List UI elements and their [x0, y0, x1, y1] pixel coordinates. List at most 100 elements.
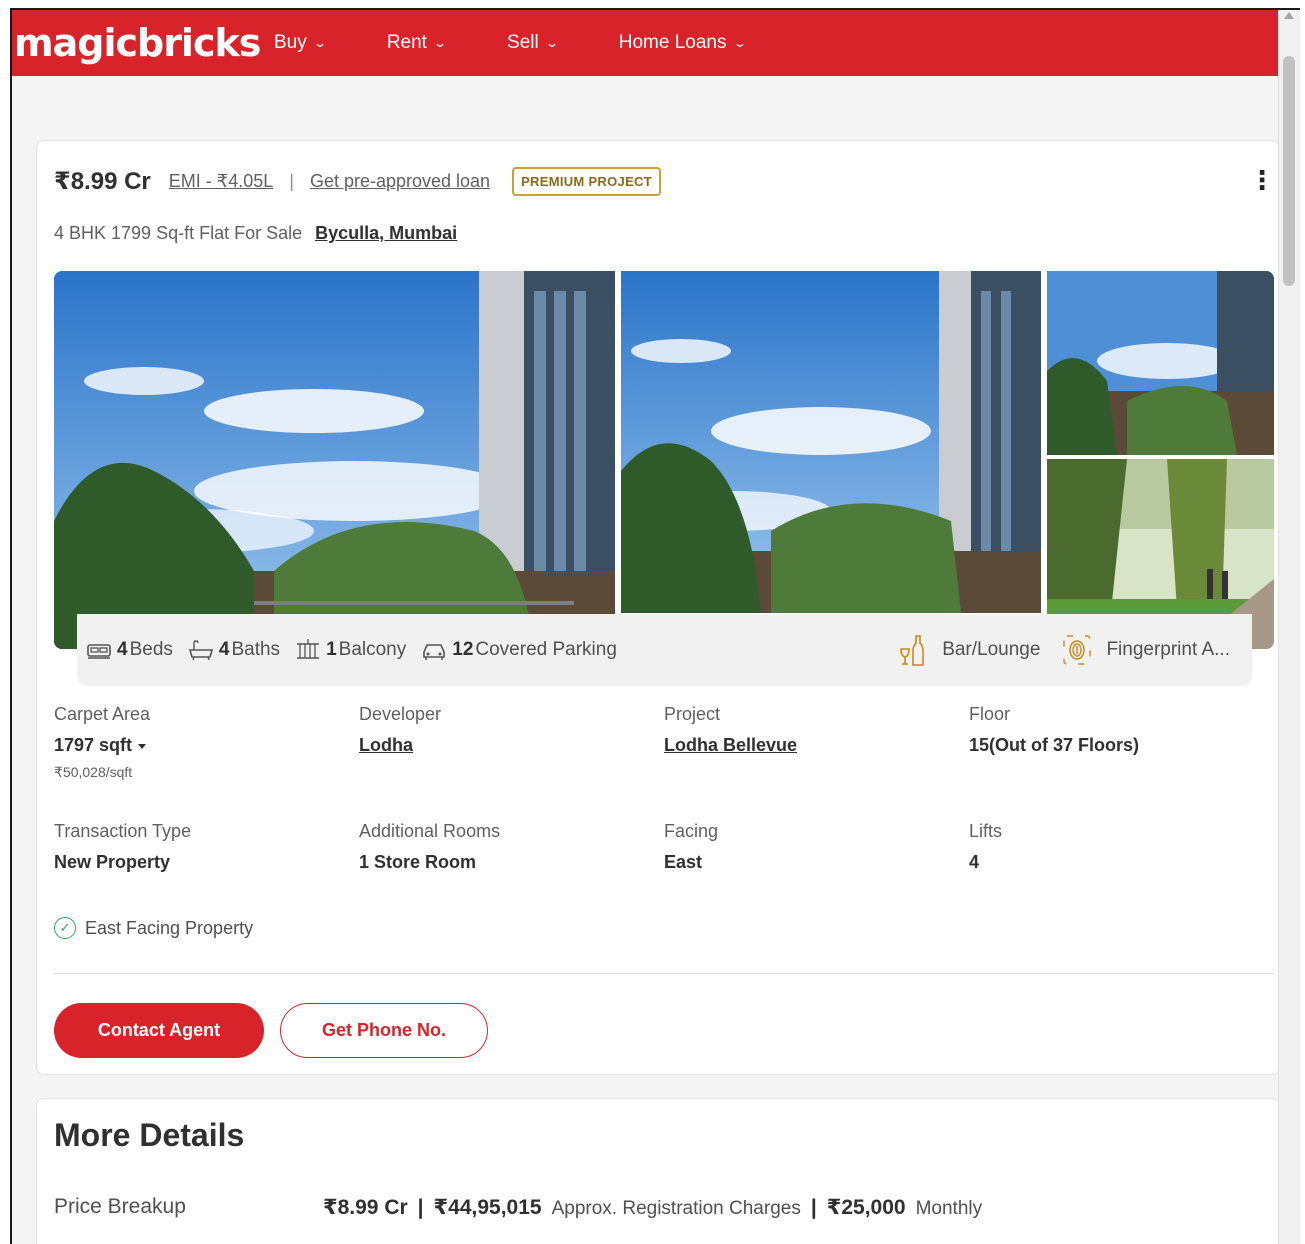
bed-icon — [87, 644, 111, 659]
price-breakup-value: ₹8.99 Cr | ₹44,95,015 Approx. Registrati… — [323, 1195, 982, 1220]
top-navigation: magicbricks Buy ⌄ Rent ⌄ Sell ⌄ Home Loa… — [12, 10, 1280, 76]
east-facing-feature: ✓ East Facing Property — [54, 917, 253, 939]
bar-lounge-icon — [900, 635, 924, 666]
browser-viewport: magicbricks Buy ⌄ Rent ⌄ Sell ⌄ Home Loa… — [10, 8, 1300, 1244]
parking-label: Covered Parking — [475, 639, 617, 660]
project-link[interactable]: Lodha Bellevue — [664, 735, 964, 756]
project-label: Project — [664, 704, 721, 724]
nav-rent[interactable]: Rent ⌄ — [386, 32, 448, 54]
nav-sell-label: Sell — [507, 32, 539, 53]
gallery-photo-3[interactable] — [1047, 271, 1274, 455]
bathtub-icon — [188, 640, 213, 661]
amenity-bar-lounge-label: Bar/Lounge — [942, 639, 1041, 660]
amenity-bar-lounge: Bar/Lounge — [898, 633, 1040, 667]
chevron-down-icon: ⌄ — [432, 36, 448, 50]
beds-highlight: 4 Beds — [85, 638, 173, 662]
more-details-card: More Details Price Breakup ₹8.99 Cr | ₹4… — [36, 1098, 1280, 1244]
carpet-area-cell: Carpet Area 1797 sqft ₹50,028/sqft — [54, 704, 354, 781]
gallery-photo-main[interactable] — [54, 271, 615, 649]
lifts-label: Lifts — [969, 821, 1003, 841]
scroll-up-arrow-icon[interactable] — [1284, 12, 1294, 19]
contact-agent-button[interactable]: Contact Agent — [54, 1003, 264, 1058]
balcony-highlight: 1 Balcony — [294, 638, 406, 662]
baths-label: Baths — [231, 639, 281, 660]
registration-charges-value: ₹44,95,015 — [433, 1196, 542, 1219]
additional-rooms-label: Additional Rooms — [359, 821, 501, 841]
floor-cell: Floor 15(Out of 37 Floors) — [969, 704, 1269, 756]
lifts-cell: Lifts 4 — [969, 821, 1269, 873]
breakup-price: ₹8.99 Cr — [323, 1196, 408, 1219]
chevron-down-icon: ⌄ — [312, 36, 327, 50]
caret-down-icon — [138, 743, 147, 749]
magicbricks-logo[interactable]: magicbricks — [14, 21, 274, 65]
transaction-type-cell: Transaction Type New Property — [54, 821, 354, 873]
baths-count: 4 — [218, 639, 230, 660]
car-icon — [423, 644, 446, 660]
facing-label: Facing — [664, 821, 719, 841]
balcony-count: 1 — [326, 639, 337, 660]
monthly-value: ₹25,000 — [826, 1196, 906, 1219]
card-divider — [54, 973, 1274, 974]
more-options-icon[interactable]: ⋮ — [1249, 167, 1275, 193]
nav-home-loans[interactable]: Home Loans ⌄ — [618, 32, 747, 54]
photo-gallery[interactable] — [54, 271, 1274, 649]
price-separator: | — [289, 170, 294, 191]
price-breakup-label: Price Breakup — [54, 1195, 186, 1218]
left-margin — [0, 0, 10, 1244]
carpet-area-dropdown[interactable]: 1797 sqft — [54, 735, 354, 756]
balcony-label: Balcony — [338, 639, 407, 660]
floor-value: 15(Out of 37 Floors) — [969, 735, 1140, 755]
page-scrollbar[interactable] — [1278, 10, 1300, 1244]
additional-rooms-value: 1 Store Room — [359, 852, 477, 872]
location-link[interactable]: Byculla, Mumbai — [315, 223, 457, 243]
nav-buy[interactable]: Buy ⌄ — [274, 32, 327, 54]
property-highlights-bar: 4 Beds 4 Baths 1 Balcony 12 Covered Park… — [77, 614, 1252, 686]
floor-label: Floor — [969, 704, 1011, 724]
fingerprint-icon — [1063, 635, 1092, 665]
facing-cell: Facing East — [664, 821, 964, 873]
chevron-down-icon: ⌄ — [544, 36, 559, 50]
property-title: 4 BHK 1799 Sq-ft Flat For Sale Byculla, … — [54, 223, 457, 244]
monthly-label: Monthly — [915, 1198, 983, 1219]
check-circle-icon: ✓ — [54, 917, 76, 939]
facing-value: East — [664, 852, 703, 872]
property-price: ₹8.99 Cr — [54, 167, 151, 195]
emi-link[interactable]: EMI - ₹4.05L — [169, 171, 274, 192]
amenity-fingerprint-label: Fingerprint A... — [1106, 639, 1230, 660]
nav-rent-label: Rent — [386, 32, 427, 53]
preapproved-loan-link[interactable]: Get pre-approved loan — [310, 171, 490, 192]
additional-rooms-cell: Additional Rooms 1 Store Room — [359, 821, 659, 873]
nav-buy-label: Buy — [274, 32, 307, 53]
nav-sell[interactable]: Sell ⌄ — [507, 32, 559, 54]
breakup-divider-2: | — [810, 1196, 817, 1219]
nav-home-loans-label: Home Loans — [618, 32, 727, 53]
beds-label: Beds — [129, 639, 173, 660]
more-details-title: More Details — [54, 1117, 245, 1153]
developer-link[interactable]: Lodha — [359, 735, 659, 756]
price-row: ₹8.99 Cr EMI - ₹4.05L | Get pre-approved… — [54, 165, 661, 197]
breakup-divider: | — [417, 1196, 424, 1219]
developer-label: Developer — [359, 704, 442, 724]
feature-label: East Facing Property — [85, 917, 254, 938]
beds-count: 4 — [117, 639, 128, 660]
amenity-fingerprint: Fingerprint A... — [1062, 633, 1230, 667]
carpet-area-value: 1797 sqft — [54, 735, 133, 755]
parking-count: 12 — [452, 639, 474, 660]
balcony-icon — [297, 639, 320, 659]
amenities-list: Bar/Lounge Fingerprint A... — [898, 633, 1252, 667]
transaction-type-value: New Property — [54, 852, 171, 872]
project-cell: Project Lodha Bellevue — [664, 704, 964, 756]
property-title-text: 4 BHK 1799 Sq-ft Flat For Sale — [54, 223, 303, 243]
developer-cell: Developer Lodha — [359, 704, 659, 756]
carpet-area-label: Carpet Area — [54, 704, 151, 724]
transaction-type-label: Transaction Type — [54, 821, 192, 841]
registration-charges-label: Approx. Registration Charges — [551, 1198, 801, 1219]
scrollbar-thumb[interactable] — [1283, 56, 1295, 286]
gallery-photo-2[interactable] — [621, 271, 1041, 613]
lifts-value: 4 — [969, 852, 980, 872]
get-phone-button[interactable]: Get Phone No. — [280, 1003, 488, 1058]
parking-highlight: 12 Covered Parking — [420, 638, 617, 662]
carpet-area-rate: ₹50,028/sqft — [54, 764, 133, 780]
premium-project-badge: PREMIUM PROJECT — [512, 166, 661, 196]
property-card: ₹8.99 Cr EMI - ₹4.05L | Get pre-approved… — [36, 140, 1280, 1075]
